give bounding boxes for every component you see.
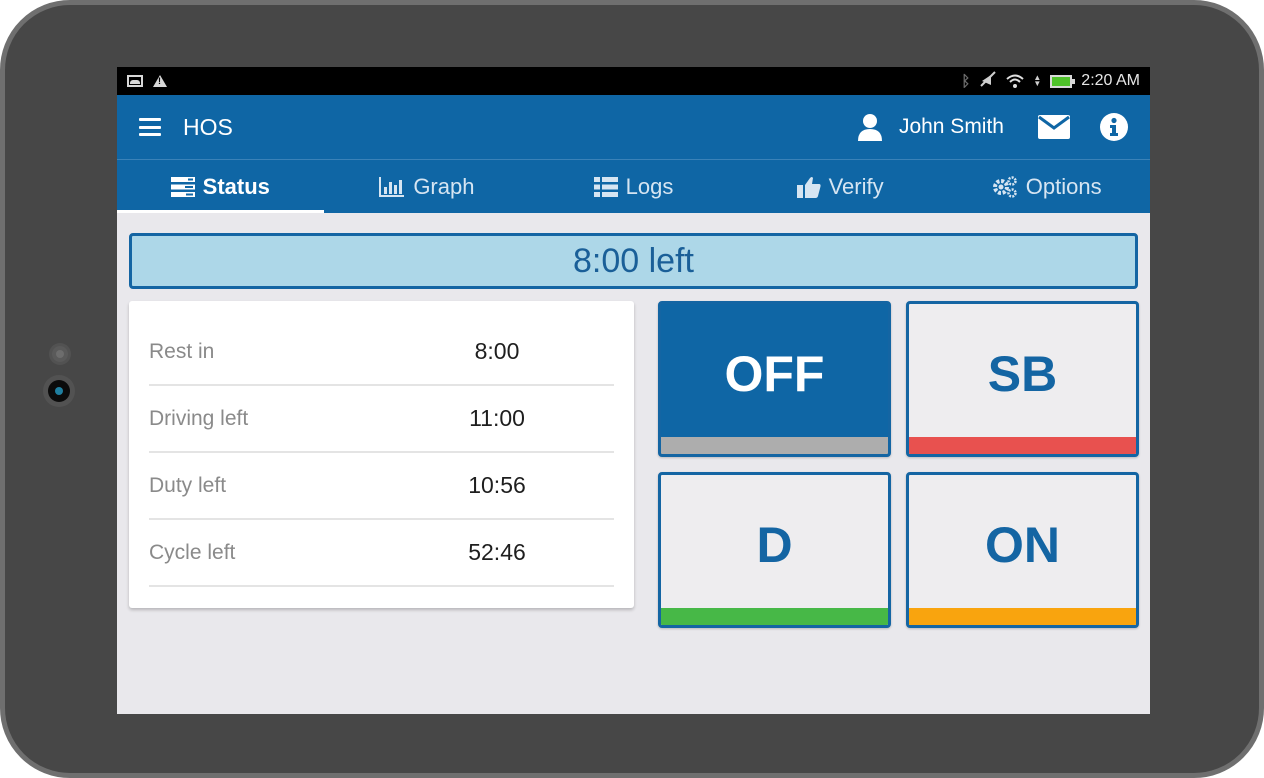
warning-icon (153, 75, 167, 87)
tab-verify-label: Verify (828, 173, 884, 199)
time-left-text: 8:00 left (573, 241, 694, 280)
hours-row-driving: Driving left 11:00 (149, 386, 614, 453)
duty-d-color-bar (661, 608, 888, 625)
row-label: Duty left (149, 473, 227, 497)
app-screen: ᛒ ▲▼ 2:20 AM HOS John Smith (117, 67, 1150, 714)
envelope-icon[interactable] (1038, 115, 1070, 139)
info-icon[interactable] (1100, 113, 1128, 141)
tab-options-label: Options (1025, 173, 1102, 199)
server-list-icon (170, 176, 195, 197)
duty-driving-button[interactable]: D (658, 472, 891, 628)
wifi-icon (1006, 74, 1025, 88)
row-value: 11:00 (469, 405, 525, 431)
tab-options[interactable]: Options (943, 160, 1150, 213)
user-icon[interactable] (857, 113, 883, 141)
duty-sleeper-button[interactable]: SB (906, 301, 1139, 457)
list-icon (593, 176, 618, 197)
row-value: 52:46 (468, 539, 526, 565)
duty-off-color-bar (661, 437, 888, 454)
row-label: Rest in (149, 339, 215, 363)
bluetooth-icon: ᛒ (961, 72, 971, 90)
tab-graph[interactable]: Graph (324, 160, 531, 213)
row-label: Driving left (149, 406, 249, 430)
app-title: HOS (183, 113, 233, 140)
tab-graph-label: Graph (413, 173, 475, 199)
app-header: HOS John Smith (117, 95, 1150, 159)
hamburger-menu-icon[interactable] (139, 118, 161, 136)
battery-charging-icon (1050, 74, 1076, 88)
front-camera (48, 380, 70, 402)
duty-sb-color-bar (909, 437, 1136, 454)
hours-row-rest: Rest in 8:00 (149, 319, 614, 386)
tab-bar: Status Graph Logs Verify Options (117, 159, 1150, 213)
duty-on-label: ON (985, 516, 1060, 573)
duty-on-color-bar (909, 608, 1136, 625)
duty-on-button[interactable]: ON (906, 472, 1139, 628)
data-arrows-icon: ▲ ▼ (1033, 73, 1042, 88)
user-name[interactable]: John Smith (899, 115, 1004, 139)
hours-row-cycle: Cycle left 52:46 (149, 520, 614, 587)
hours-summary-card: Rest in 8:00 Driving left 11:00 Duty lef… (129, 301, 634, 608)
duty-sb-label: SB (987, 345, 1058, 402)
duty-off-button[interactable]: OFF (658, 301, 891, 457)
duty-off-label: OFF (724, 345, 825, 402)
row-value: 10:56 (468, 472, 526, 498)
system-status-bar: ᛒ ▲▼ 2:20 AM (117, 67, 1150, 95)
row-label: Cycle left (149, 540, 236, 564)
clock: 2:20 AM (1081, 72, 1140, 89)
tab-verify[interactable]: Verify (737, 160, 944, 213)
duty-d-label: D (756, 516, 793, 573)
thumbs-up-icon (796, 176, 821, 198)
tab-logs-label: Logs (625, 173, 674, 199)
tab-status[interactable]: Status (117, 160, 324, 213)
row-value: 8:00 (474, 338, 520, 364)
gears-icon (992, 175, 1018, 198)
mute-icon (979, 71, 997, 91)
image-icon (127, 75, 143, 87)
light-sensor (52, 346, 68, 362)
time-left-banner: 8:00 left (129, 233, 1138, 289)
tab-status-label: Status (202, 173, 270, 199)
tab-logs[interactable]: Logs (530, 160, 737, 213)
bar-chart-icon (379, 176, 405, 197)
hours-row-duty: Duty left 10:56 (149, 453, 614, 520)
